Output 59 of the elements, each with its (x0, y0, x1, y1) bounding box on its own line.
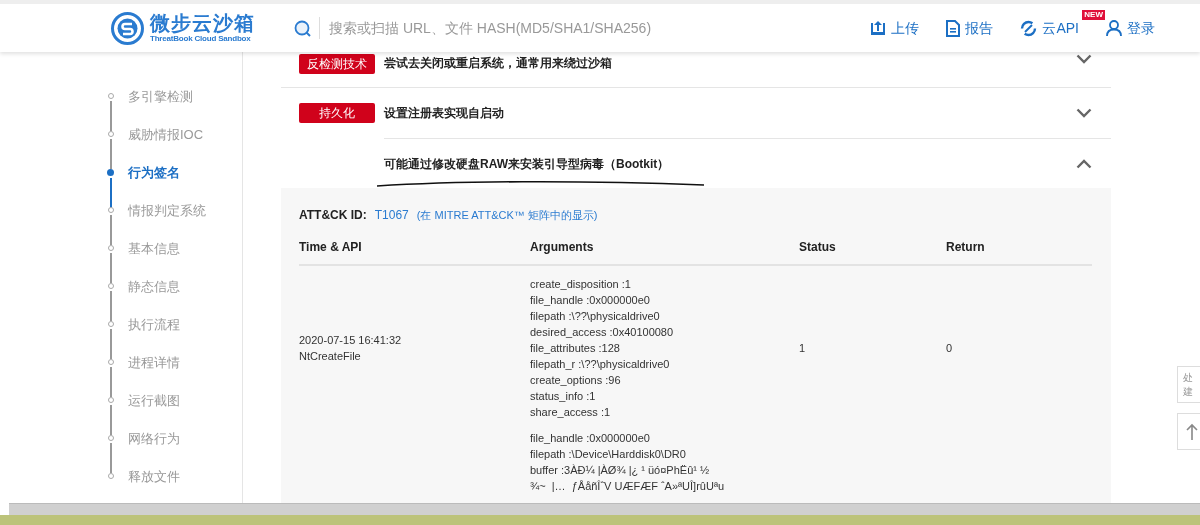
search-icon[interactable] (294, 19, 311, 37)
sidebar-item[interactable]: 执行流程 (128, 317, 180, 332)
nav-link[interactable]: 上传 (870, 17, 920, 39)
upload-icon (870, 20, 887, 36)
sidebar-item[interactable]: 情报判定系统 (128, 203, 206, 218)
column-header: Arguments (530, 239, 595, 256)
argument-line: file_attributes :128 (530, 341, 621, 356)
argument-line: share_access :1 (530, 405, 612, 420)
column-header: Return (946, 239, 986, 256)
user-icon (1106, 19, 1122, 37)
table-cell-text: 2020-07-15 16:41:32 (299, 333, 403, 348)
chevron-down-icon[interactable] (1076, 54, 1092, 64)
argument-line: filepath_r :\??\physicaldrive0 (530, 357, 671, 372)
horizontal-scrollbar[interactable] (9, 503, 1200, 515)
argument-line: buffer :3ÀÐ¼ |ÀØ¾ |¿ ¹ üó¤PhËû¹ ½ (530, 463, 711, 478)
refresh-icon (1020, 19, 1038, 37)
sidebar-item[interactable]: 进程详情 (128, 355, 180, 370)
nav-link[interactable]: 登录 (1106, 17, 1155, 39)
search-field[interactable]: 搜索或扫描 URL、文件 HASH(MD5/SHA1/SHA256) (329, 17, 809, 39)
new-badge: NEW (1082, 9, 1105, 20)
document-icon (946, 19, 961, 37)
column-header: Status (799, 239, 837, 256)
category-tag: 持久化 (299, 103, 375, 123)
signature-title: 设置注册表实现自启动 (384, 105, 504, 122)
signature-title: 可能通过修改硬盘RAW来安装引导型病毒（Bootkit） (384, 155, 670, 173)
table-cell: 0 (946, 342, 953, 354)
argument-line: file_handle :0x000000e0 (530, 431, 651, 446)
sidebar-item[interactable]: 运行截图 (128, 393, 180, 408)
sidebar-item[interactable]: 行为签名 (128, 165, 180, 180)
logo-icon (111, 11, 144, 45)
logo-title: 微步云沙箱 (150, 13, 255, 33)
attck-label: ATT&CK ID: (299, 207, 367, 224)
feedback-button[interactable]: 处 建 (1177, 366, 1200, 403)
nav-link[interactable]: 报告 (946, 17, 994, 39)
column-header: Time & API (299, 239, 363, 256)
argument-line: filepath :\??\physicaldrive0 (530, 309, 661, 324)
sidebar-item[interactable]: 静态信息 (128, 279, 180, 294)
attck-id-link[interactable]: T1067 (374, 206, 409, 224)
argument-line: desired_access :0x40100080 (530, 325, 675, 340)
table-cell-text: NtCreateFile (299, 349, 362, 364)
category-tag: 反检测技术 (299, 54, 375, 74)
argument-line: file_handle :0x000000e0 (530, 293, 651, 308)
argument-line: create_disposition :1 (530, 277, 632, 292)
argument-line: status_info :1 (530, 389, 597, 404)
argument-line: filepath :\Device\Harddisk0\DR0 (530, 447, 687, 462)
sidebar-item[interactable]: 威胁情报IOC (128, 127, 204, 142)
chevron-down-icon[interactable] (1076, 108, 1092, 118)
chevron-up-icon[interactable] (1076, 158, 1092, 169)
sidebar-item[interactable]: 网络行为 (128, 431, 180, 446)
sidebar-item[interactable]: 多引擎检测 (128, 89, 193, 104)
arrow-up-icon (1186, 422, 1198, 441)
mitre-link[interactable]: (在 MITRE ATT&CK™ 矩阵中的显示) (416, 206, 598, 224)
sidebar-item[interactable]: 释放文件 (128, 469, 180, 484)
argument-line: ¾~ |… ƒÅåñÎˆV UÆFÆF ˆA»ªUÎ]rûUªu (530, 479, 726, 494)
argument-line: create_options :96 (530, 373, 622, 388)
signature-title: 尝试去关闭或重启系统，通常用来绕过沙箱 (384, 55, 612, 72)
logo-subtitle: ThreatBook Cloud Sandbox (150, 35, 252, 43)
table-cell: 1 (799, 342, 806, 354)
sidebar-item[interactable]: 基本信息 (128, 241, 180, 256)
